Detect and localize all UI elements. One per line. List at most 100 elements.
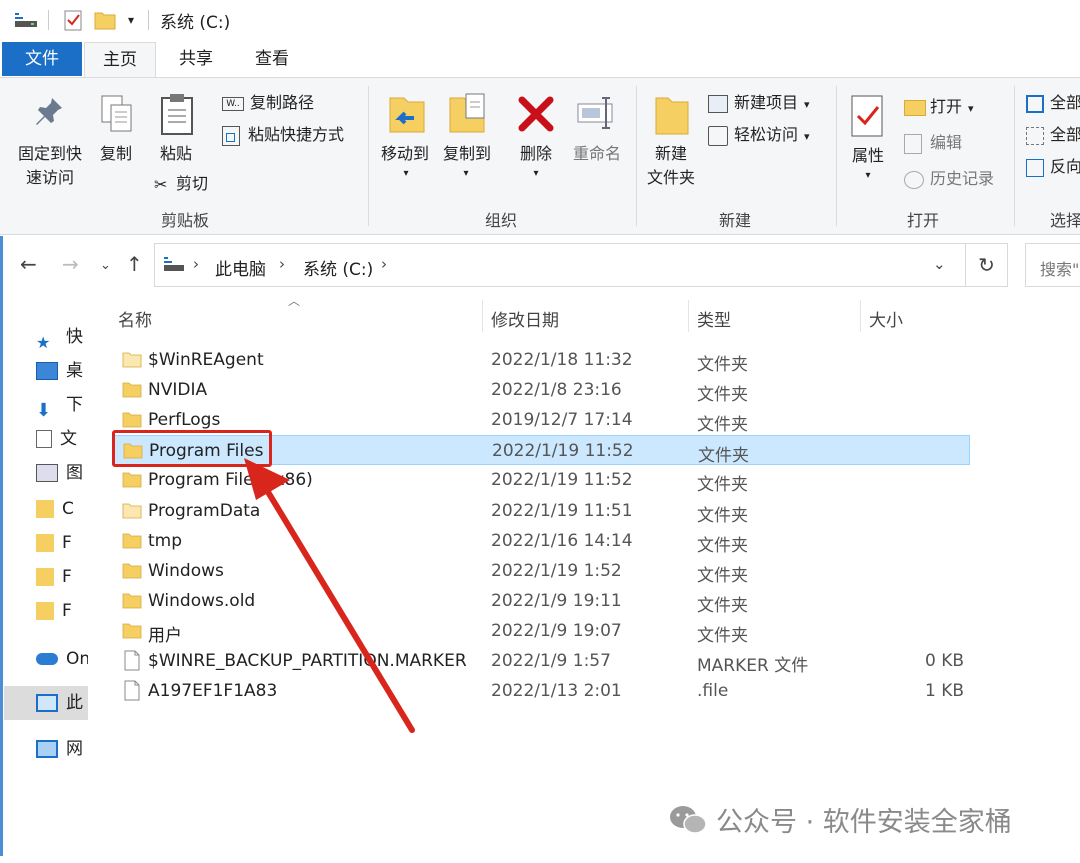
file-row[interactable]: A197EF1F1A83 2022/1/13 2:01 .file 1 KB bbox=[112, 676, 970, 706]
select-all-button[interactable]: 全部 bbox=[1026, 91, 1080, 115]
copy-path-button[interactable]: W.. 复制路径 bbox=[222, 91, 314, 115]
tab-home[interactable]: 主页 bbox=[84, 42, 156, 78]
select-none-button[interactable]: 全部 bbox=[1026, 123, 1080, 147]
pin-to-quick-access-button[interactable]: 固定到快 速访问 bbox=[8, 142, 92, 190]
easy-access-button[interactable]: 轻松访问 ▾ bbox=[708, 123, 810, 149]
new-item-button[interactable]: 新建项目 ▾ bbox=[708, 91, 810, 117]
column-header-name[interactable]: 名称 bbox=[118, 306, 152, 331]
up-arrow-icon[interactable]: ↑ bbox=[126, 252, 143, 276]
nav-item-label: 下 bbox=[66, 395, 83, 415]
edit-button[interactable]: 编辑 bbox=[904, 131, 962, 155]
select-all-icon bbox=[1026, 94, 1044, 113]
file-date: 2022/1/19 11:52 bbox=[492, 441, 634, 461]
select-none-label: 全部 bbox=[1050, 125, 1080, 144]
paste-shortcut-button[interactable]: 粘贴快捷方式 bbox=[222, 123, 344, 147]
column-header-size[interactable]: 大小 bbox=[869, 306, 903, 331]
nav-item-quick-access[interactable]: ★ 快 bbox=[36, 322, 88, 352]
breadcrumb-chevron-icon[interactable]: › bbox=[381, 255, 387, 273]
chevron-down-icon: ▾ bbox=[533, 168, 539, 179]
chevron-down-icon: ▾ bbox=[804, 98, 810, 111]
file-name: A197EF1F1A83 bbox=[148, 681, 278, 701]
file-date: 2022/1/16 14:14 bbox=[491, 531, 633, 551]
file-row[interactable]: Windows.old 2022/1/9 19:11 文件夹 bbox=[112, 586, 970, 616]
nav-item-label: F bbox=[62, 567, 72, 587]
file-name: PerfLogs bbox=[148, 410, 221, 430]
properties-icon[interactable] bbox=[60, 8, 86, 32]
nav-item-pictures[interactable]: 图 bbox=[36, 458, 88, 488]
file-name: ProgramData bbox=[148, 501, 261, 521]
nav-item-folder[interactable]: C bbox=[36, 494, 88, 524]
file-date: 2022/1/19 1:52 bbox=[491, 561, 622, 581]
paste-button[interactable]: 粘贴 bbox=[152, 142, 200, 166]
nav-item-onedrive[interactable]: On bbox=[36, 644, 88, 674]
file-row[interactable]: Windows 2022/1/19 1:52 文件夹 bbox=[112, 556, 970, 586]
column-header-type[interactable]: 类型 bbox=[697, 306, 731, 331]
nav-item-folder[interactable]: F bbox=[36, 562, 88, 592]
rename-icon bbox=[576, 96, 620, 136]
easy-access-icon bbox=[708, 125, 728, 146]
new-folder-icon[interactable] bbox=[92, 8, 118, 32]
file-type: .file bbox=[697, 681, 729, 701]
nav-item-desktop[interactable]: 桌 bbox=[36, 356, 88, 386]
new-folder-icon bbox=[652, 94, 692, 140]
tab-view[interactable]: 查看 bbox=[236, 42, 308, 76]
file-type: 文件夹 bbox=[697, 506, 748, 526]
nav-item-folder[interactable]: F bbox=[36, 528, 88, 558]
invert-selection-label: 反向 bbox=[1050, 157, 1080, 176]
open-button[interactable]: 打开 ▾ bbox=[904, 95, 974, 121]
file-name: NVIDIA bbox=[148, 380, 208, 400]
nav-item-this-pc[interactable]: 此 bbox=[36, 688, 88, 718]
customize-dropdown-icon[interactable]: ▾ bbox=[122, 8, 140, 32]
select-all-label: 全部 bbox=[1050, 93, 1080, 112]
copy-path-label: 复制路径 bbox=[250, 93, 315, 112]
breadcrumb-system-c[interactable]: 系统 (C:) bbox=[303, 255, 373, 280]
breadcrumb-chevron-icon[interactable]: › bbox=[279, 255, 285, 273]
file-date: 2022/1/19 11:51 bbox=[491, 501, 633, 521]
file-row[interactable]: $WinREAgent 2022/1/18 11:32 文件夹 bbox=[112, 345, 970, 375]
file-row[interactable]: Program Files (x86) 2022/1/19 11:52 文件夹 bbox=[112, 465, 970, 495]
file-date: 2022/1/13 2:01 bbox=[491, 681, 622, 701]
wechat-icon bbox=[668, 804, 708, 836]
annotation-highlight-box bbox=[112, 430, 272, 467]
recent-locations-chevron-icon[interactable]: ⌄ bbox=[100, 258, 111, 273]
copy-button[interactable]: 复制 bbox=[92, 142, 140, 166]
file-row[interactable]: 用户 2022/1/9 19:07 文件夹 bbox=[112, 616, 970, 646]
file-row[interactable]: NVIDIA 2022/1/8 23:16 文件夹 bbox=[112, 375, 970, 405]
select-none-icon bbox=[1026, 126, 1044, 145]
breadcrumb-chevron-icon[interactable]: › bbox=[193, 255, 199, 273]
nav-item-documents[interactable]: 文 bbox=[36, 424, 88, 454]
column-header-date[interactable]: 修改日期 bbox=[491, 306, 559, 331]
chevron-down-icon: ▾ bbox=[968, 102, 974, 115]
file-name: Windows bbox=[148, 561, 224, 581]
new-folder-button[interactable]: 新建 文件夹 bbox=[640, 142, 702, 190]
invert-selection-button[interactable]: 反向 bbox=[1026, 155, 1080, 179]
search-input[interactable]: 搜索" bbox=[1025, 243, 1080, 287]
forward-arrow-icon[interactable]: → bbox=[62, 252, 79, 276]
nav-item-network[interactable]: 网 bbox=[36, 734, 88, 764]
breadcrumb-this-pc[interactable]: 此电脑 bbox=[215, 255, 266, 280]
column-separator[interactable] bbox=[860, 300, 861, 332]
refresh-icon[interactable]: ↻ bbox=[966, 243, 1008, 287]
properties-icon bbox=[850, 94, 886, 142]
back-arrow-icon[interactable]: ← bbox=[20, 252, 37, 276]
file-type: MARKER 文件 bbox=[697, 656, 809, 676]
file-date: 2022/1/19 11:52 bbox=[491, 470, 633, 490]
file-row[interactable]: $WINRE_BACKUP_PARTITION.MARKER 2022/1/9 1… bbox=[112, 646, 970, 676]
tab-share[interactable]: 共享 bbox=[160, 42, 232, 76]
address-bar[interactable]: › 此电脑 › 系统 (C:) › ⌄ bbox=[154, 243, 966, 287]
drive-icon[interactable] bbox=[12, 8, 40, 32]
nav-item-downloads[interactable]: ⬇ 下 bbox=[36, 390, 88, 420]
file-row[interactable]: ProgramData 2022/1/19 11:51 文件夹 bbox=[112, 496, 970, 526]
nav-item-label: 此 bbox=[66, 693, 83, 713]
move-to-icon bbox=[384, 94, 428, 142]
history-button[interactable]: 历史记录 bbox=[904, 167, 994, 191]
file-row[interactable]: tmp 2022/1/16 14:14 文件夹 bbox=[112, 526, 970, 556]
chevron-down-icon[interactable]: ⌄ bbox=[933, 255, 946, 273]
scissors-icon: ✂ bbox=[154, 174, 168, 194]
cut-button[interactable]: ✂ 剪切 bbox=[154, 172, 208, 197]
tab-file[interactable]: 文件 bbox=[2, 42, 82, 76]
column-separator[interactable] bbox=[688, 300, 689, 332]
nav-item-folder[interactable]: F bbox=[36, 596, 88, 626]
column-separator[interactable] bbox=[482, 300, 483, 332]
rename-button[interactable]: 重命名 bbox=[566, 142, 628, 166]
